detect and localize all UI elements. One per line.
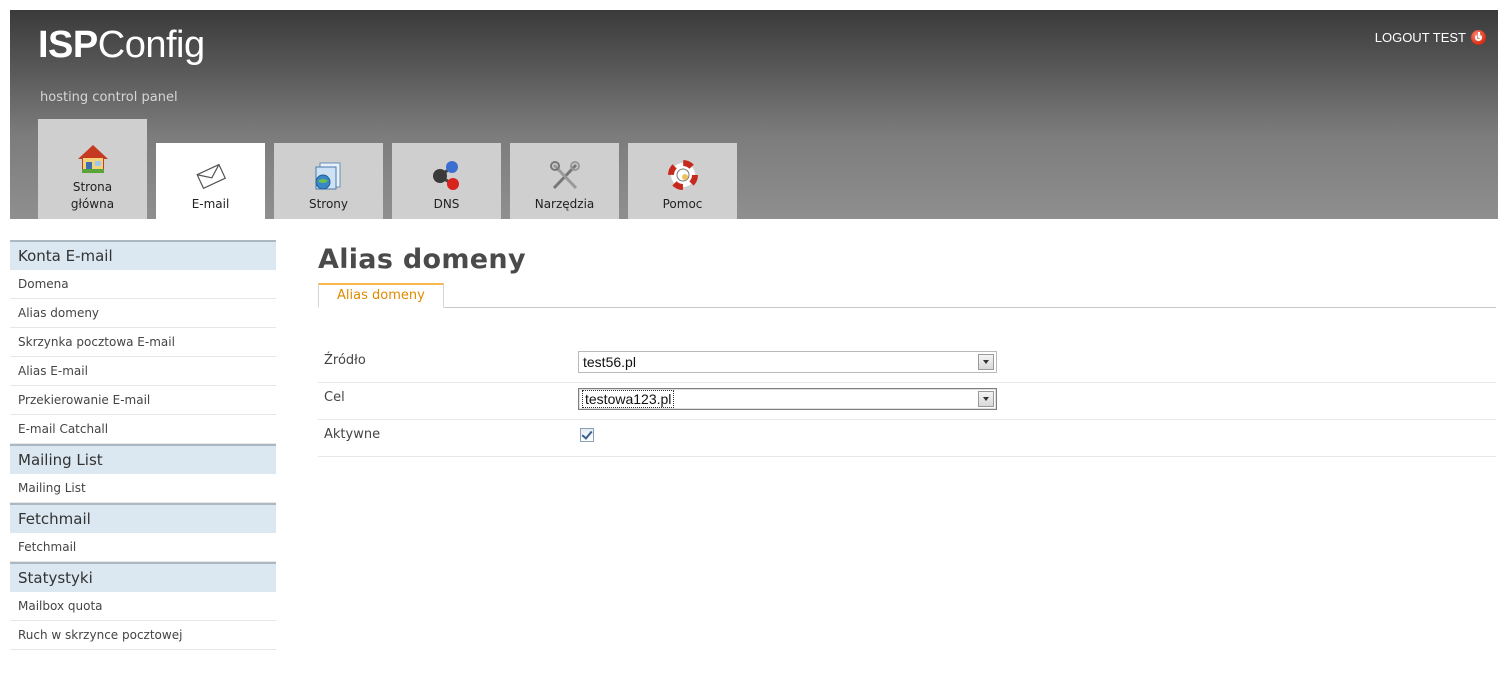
sidebar-section-title: Mailing List <box>10 444 276 474</box>
sidebar-item-ruch[interactable]: Ruch w skrzynce pocztowej <box>10 621 276 650</box>
subtab-bar: Alias domeny <box>318 283 1496 308</box>
sidebar-item-mailbox-quota[interactable]: Mailbox quota <box>10 592 276 621</box>
dropdown-arrow-icon <box>978 354 994 370</box>
sidebar-item-catchall[interactable]: E-mail Catchall <box>10 415 276 444</box>
sidebar-item-skrzynka[interactable]: Skrzynka pocztowa E-mail <box>10 328 276 357</box>
page-title: Alias domeny <box>318 244 526 275</box>
app-slogan: hosting control panel <box>40 90 178 105</box>
target-label: Cel <box>324 390 345 405</box>
sidebar-item-przekierowanie[interactable]: Przekierowanie E-mail <box>10 386 276 415</box>
tools-icon <box>549 161 580 190</box>
tab-sites[interactable]: Strony <box>274 143 383 219</box>
sidebar-item-alias-domeny[interactable]: Alias domeny <box>10 299 276 328</box>
sidebar-item-mailing-list[interactable]: Mailing List <box>10 474 276 503</box>
sidebar-section-title: Konta E-mail <box>10 240 276 270</box>
logout-label: LOGOUT TEST <box>1374 30 1466 45</box>
main-content: Alias domeny Alias domeny Źródło test56.… <box>318 240 1496 457</box>
subtab-alias-domeny[interactable]: Alias domeny <box>318 283 444 308</box>
source-select[interactable]: test56.pl <box>578 351 997 373</box>
active-checkbox[interactable] <box>580 428 594 442</box>
alias-form: Źródło test56.pl Cel testowa123.pl Aktyw… <box>318 346 1496 457</box>
logout-link[interactable]: LOGOUT TEST <box>1375 30 1486 45</box>
lifebuoy-icon <box>667 160 698 190</box>
form-row-source: Źródło test56.pl <box>318 346 1496 383</box>
form-row-target: Cel testowa123.pl <box>318 383 1496 420</box>
tab-tools[interactable]: Narzędzia <box>510 143 619 219</box>
home-icon <box>77 145 108 173</box>
sidebar: Konta E-mail Domena Alias domeny Skrzynk… <box>10 240 276 650</box>
tab-label: Pomoc <box>662 197 703 211</box>
tab-help[interactable]: Pomoc <box>628 143 737 219</box>
power-icon <box>1471 30 1486 45</box>
tab-home[interactable]: Strona główna <box>38 119 147 219</box>
target-select[interactable]: testowa123.pl <box>578 388 997 410</box>
sidebar-item-alias-email[interactable]: Alias E-mail <box>10 357 276 386</box>
tab-email[interactable]: E-mail <box>156 143 265 219</box>
tab-label: E-mail <box>191 197 230 211</box>
tab-label: Strona główna <box>70 180 115 211</box>
source-label: Źródło <box>324 353 366 368</box>
dropdown-arrow-icon <box>978 391 994 407</box>
app-logo: ISPConfig <box>38 24 205 66</box>
website-icon <box>315 162 340 190</box>
source-value: test56.pl <box>583 354 636 370</box>
form-row-active: Aktywne <box>318 420 1496 457</box>
tab-label: Strony <box>308 197 349 211</box>
tab-label: Narzędzia <box>534 197 595 211</box>
sidebar-section-title: Fetchmail <box>10 503 276 533</box>
dns-molecule-icon <box>432 161 459 190</box>
header-banner: ISPConfig hosting control panel LOGOUT T… <box>10 10 1498 219</box>
sidebar-item-fetchmail[interactable]: Fetchmail <box>10 533 276 562</box>
tab-dns[interactable]: DNS <box>392 143 501 219</box>
target-value: testowa123.pl <box>581 390 675 408</box>
envelope-icon <box>195 163 226 190</box>
tab-label: DNS <box>433 197 460 211</box>
sidebar-section-title: Statystyki <box>10 562 276 592</box>
sidebar-item-domena[interactable]: Domena <box>10 270 276 299</box>
active-label: Aktywne <box>324 427 381 442</box>
